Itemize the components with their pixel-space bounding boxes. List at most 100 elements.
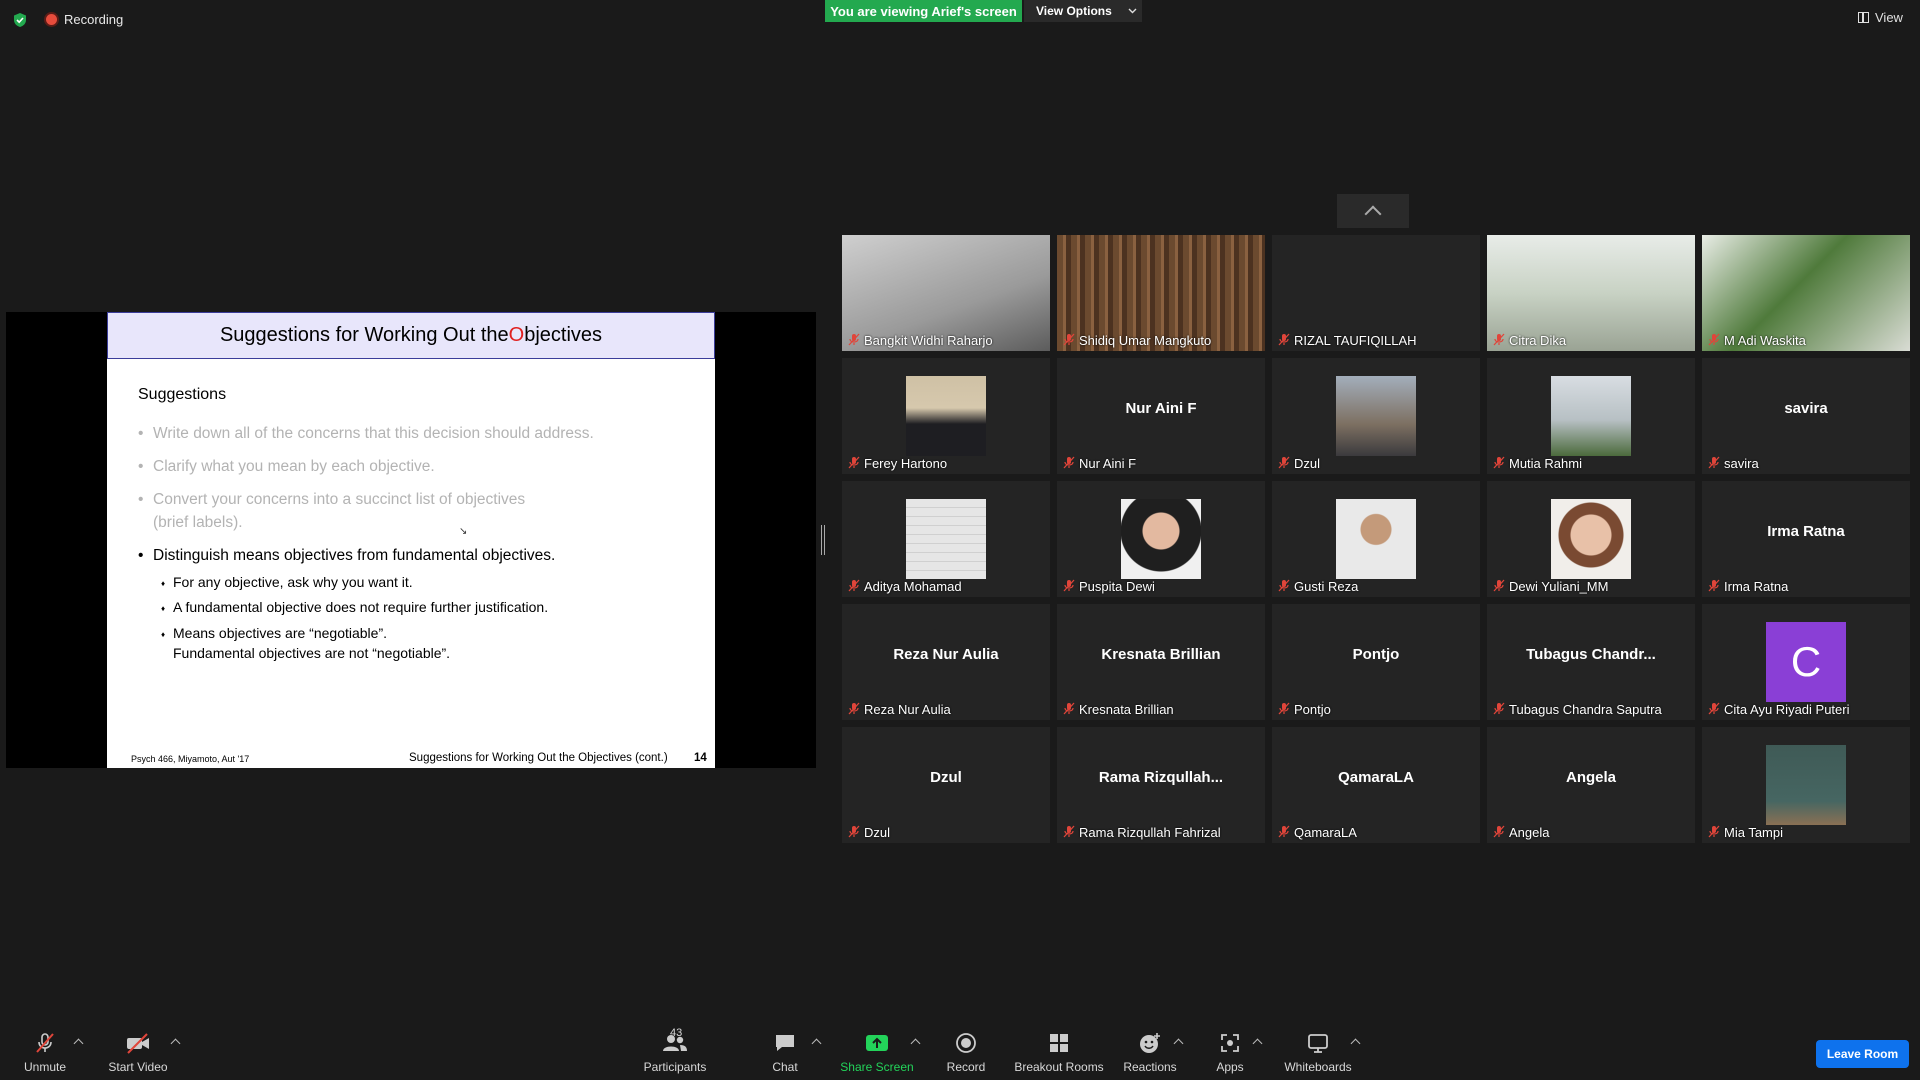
participant-tile[interactable]: Dzul Dzul <box>842 727 1050 843</box>
participant-display-name: Pontjo <box>1352 646 1400 663</box>
collapse-gallery-button[interactable] <box>1337 194 1409 228</box>
slide-title: Suggestions for Working Out the Objectiv… <box>107 312 715 359</box>
view-label: View <box>1875 10 1903 25</box>
participant-display-name: Kresnata Brillian <box>1101 646 1221 663</box>
microphone-muted-icon <box>1493 702 1505 715</box>
participant-tile[interactable]: M Adi Waskita <box>1702 235 1910 351</box>
microphone-muted-icon <box>36 1033 54 1053</box>
participant-tile[interactable]: Ferey Hartono <box>842 358 1050 474</box>
participant-name: Dzul <box>864 825 891 840</box>
start-video-label: Start Video <box>108 1060 168 1074</box>
reactions-smiley-icon <box>1140 1033 1160 1053</box>
participant-tile[interactable]: savira savira <box>1702 358 1910 474</box>
recording-dot-icon <box>46 14 57 25</box>
participant-avatar <box>906 376 986 456</box>
participant-avatar <box>1336 376 1416 456</box>
split-view-handle[interactable] <box>821 525 825 555</box>
whiteboards-label: Whiteboards <box>1284 1060 1352 1074</box>
participant-name: Puspita Dewi <box>1079 579 1155 594</box>
participant-name: QamaraLA <box>1294 825 1357 840</box>
participant-tile[interactable]: Gusti Reza <box>1272 481 1480 597</box>
microphone-muted-icon <box>848 456 860 469</box>
slide-bullet: Write down all of the concerns that this… <box>138 422 594 445</box>
record-button[interactable]: Record <box>945 1030 987 1074</box>
reactions-label: Reactions <box>1123 1060 1177 1074</box>
participant-name: Irma Ratna <box>1724 579 1789 594</box>
chat-label: Chat <box>772 1060 798 1074</box>
participant-name: RIZAL TAUFIQILLAH <box>1294 333 1417 348</box>
participant-name: M Adi Waskita <box>1724 333 1806 348</box>
recording-label[interactable]: Recording <box>64 12 123 27</box>
microphone-muted-icon <box>1063 333 1075 346</box>
participant-tile[interactable]: Rama Rizqullah... Rama Rizqullah Fahrizal <box>1057 727 1265 843</box>
unmute-label: Unmute <box>23 1060 67 1074</box>
participants-button[interactable]: 43 Participants <box>640 1027 710 1074</box>
slide-footer-right: Suggestions for Working Out the Objectiv… <box>409 752 668 764</box>
participant-tile[interactable]: Nur Aini F Nur Aini F <box>1057 358 1265 474</box>
microphone-muted-icon <box>1493 333 1505 346</box>
chat-icon <box>776 1035 794 1051</box>
participant-tile[interactable]: Mutia Rahmi <box>1487 358 1695 474</box>
participant-tile[interactable]: Dzul <box>1272 358 1480 474</box>
participant-tile[interactable]: Angela Angela <box>1487 727 1695 843</box>
participant-display-name: savira <box>1784 400 1828 417</box>
participant-avatar <box>1551 499 1631 579</box>
view-button[interactable]: View <box>1858 10 1903 25</box>
participant-tile[interactable]: Kresnata Brillian Kresnata Brillian <box>1057 604 1265 720</box>
slide-sub-bullet: For any objective, ask why you want it. <box>161 573 413 593</box>
participant-name: Kresnata Brillian <box>1079 702 1174 717</box>
participant-name: Shidiq Umar Mangkuto <box>1079 333 1212 348</box>
participant-display-name: Irma Ratna <box>1767 523 1845 540</box>
participant-tile[interactable]: Reza Nur Aulia Reza Nur Aulia <box>842 604 1050 720</box>
microphone-muted-icon <box>1493 579 1505 592</box>
slide-title-pre: Suggestions for Working Out the <box>219 324 509 346</box>
participant-tile[interactable]: Shidiq Umar Mangkuto <box>1057 235 1265 351</box>
start-video-button[interactable]: Start Video <box>104 1030 172 1074</box>
apps-button[interactable]: Apps <box>1212 1030 1248 1074</box>
participant-display-name: Nur Aini F <box>1125 400 1197 417</box>
participant-display-name: Angela <box>1565 769 1616 786</box>
security-shield-icon[interactable] <box>12 12 28 28</box>
microphone-muted-icon <box>1278 456 1290 469</box>
participant-tile[interactable]: Mia Tampi <box>1702 727 1910 843</box>
microphone-muted-icon <box>1278 579 1290 592</box>
participant-tile[interactable]: Bangkit Widhi Raharjo <box>842 235 1050 351</box>
apps-label: Apps <box>1216 1060 1244 1074</box>
slide-sub-bullet: Means objectives are “negotiable”. <box>161 624 387 644</box>
participant-tile[interactable]: Pontjo Pontjo <box>1272 604 1480 720</box>
participant-tile[interactable]: QamaraLA QamaraLA <box>1272 727 1480 843</box>
participant-tile[interactable]: Puspita Dewi <box>1057 481 1265 597</box>
participant-gallery: Bangkit Widhi Raharjo Shidiq Umar Mangkut… <box>842 235 1910 843</box>
participant-display-name: Dzul <box>930 769 962 786</box>
participant-tile[interactable]: Dewi Yuliani_MM <box>1487 481 1695 597</box>
participant-tile[interactable]: Aditya Mohamad <box>842 481 1050 597</box>
breakout-rooms-button[interactable]: Breakout Rooms <box>1012 1030 1106 1074</box>
participant-name: Rama Rizqullah Fahrizal <box>1079 825 1221 840</box>
microphone-muted-icon <box>1063 579 1075 592</box>
participant-tile[interactable]: Tubagus Chandr... Tubagus Chandra Saputra <box>1487 604 1695 720</box>
whiteboard-icon <box>1308 1034 1328 1053</box>
slide-bullet: Convert your concerns into a succinct li… <box>138 488 525 511</box>
video-off-icon <box>127 1033 149 1054</box>
whiteboards-button[interactable]: Whiteboards <box>1282 1030 1354 1074</box>
microphone-muted-icon <box>1708 702 1720 715</box>
chat-button[interactable]: Chat <box>765 1030 805 1074</box>
microphone-muted-icon <box>848 825 860 838</box>
participant-tile[interactable]: Citra Dika <box>1487 235 1695 351</box>
participant-tile[interactable]: C Cita Ayu Riyadi Puteri <box>1702 604 1910 720</box>
reactions-button[interactable]: Reactions <box>1122 1030 1178 1074</box>
presentation-slide: Suggestions for Working Out the Objectiv… <box>107 312 715 768</box>
participant-name: Nur Aini F <box>1079 456 1137 471</box>
participant-name: savira <box>1724 456 1759 471</box>
slide-title-post: bjectives <box>524 324 603 346</box>
participant-name: Cita Ayu Riyadi Puteri <box>1724 702 1850 717</box>
participant-tile[interactable]: RIZAL TAUFIQILLAH <box>1272 235 1480 351</box>
share-screen-button[interactable]: Share Screen <box>840 1030 914 1074</box>
unmute-button[interactable]: Unmute <box>18 1030 72 1074</box>
leave-room-button[interactable]: Leave Room <box>1816 1040 1909 1068</box>
record-label: Record <box>946 1060 986 1074</box>
view-options-button[interactable]: View Options <box>1024 0 1142 22</box>
breakout-rooms-icon <box>1050 1034 1068 1052</box>
participant-name: Angela <box>1509 825 1550 840</box>
participant-tile[interactable]: Irma Ratna Irma Ratna <box>1702 481 1910 597</box>
